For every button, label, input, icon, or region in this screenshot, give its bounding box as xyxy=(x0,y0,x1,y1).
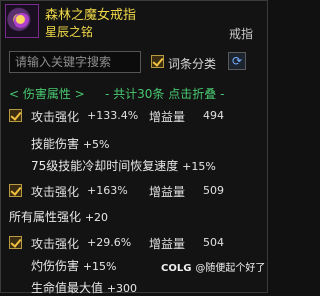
entry-gain-label: 增益量 xyxy=(149,110,186,124)
refresh-button[interactable]: ⟳ xyxy=(228,52,246,70)
entry-sub-line: 灼伤伤害 +15% xyxy=(31,259,117,273)
group-collapse-link[interactable]: - 共计30条 点击折叠 - xyxy=(105,85,224,102)
gem-icon xyxy=(14,13,30,29)
author-label: @随便起个好了 xyxy=(195,263,266,274)
entry-checkbox[interactable] xyxy=(9,236,22,249)
group-title[interactable]: < 伤害属性 > xyxy=(9,87,85,101)
list-item[interactable]: 攻击强化 +163% 增益量 509 xyxy=(1,182,267,200)
entry-sub-line: 技能伤害 +5% xyxy=(31,137,110,151)
refresh-icon: ⟳ xyxy=(231,54,243,68)
category-checkbox[interactable] xyxy=(151,55,164,68)
item-type: 戒指 xyxy=(228,27,253,41)
brand-label: COLG xyxy=(161,263,192,274)
list-item[interactable]: 攻击强化 +29.6% 增益量 504 xyxy=(1,234,267,252)
entry-sub-line: 所有属性强化 +20 xyxy=(9,210,109,224)
entry-value: +163% xyxy=(87,184,128,197)
item-header: 森林之魔女戒指 星辰之铭 戒指 xyxy=(1,1,267,45)
ring-icon xyxy=(5,4,39,38)
item-name: 森林之魔女戒指 xyxy=(45,8,137,23)
footer-tag: COLG @随便起个好了 xyxy=(161,259,265,274)
entry-gain-value: 504 xyxy=(203,236,224,249)
entry-gain-value: 494 xyxy=(203,109,224,122)
item-subtitle: 星辰之铭 xyxy=(45,25,94,39)
list-item[interactable]: 攻击强化 +133.4% 增益量 494 xyxy=(1,107,267,125)
entry-sub-line: 生命值最大值 +300 xyxy=(31,281,138,295)
entry-attr: 攻击强化 xyxy=(31,110,80,124)
search-input[interactable] xyxy=(9,51,141,73)
damage-group-header[interactable]: < 伤害属性 > - 共计30条 点击折叠 - xyxy=(9,85,259,101)
entry-checkbox[interactable] xyxy=(9,109,22,122)
search-row: 词条分类 ⟳ xyxy=(1,51,267,75)
entry-gain-label: 增益量 xyxy=(149,185,186,199)
category-label[interactable]: 词条分类 xyxy=(168,55,216,72)
entry-value: +29.6% xyxy=(87,236,132,249)
entry-gain-value: 509 xyxy=(203,184,224,197)
entry-attr: 攻击强化 xyxy=(31,185,80,199)
entry-value: +133.4% xyxy=(87,109,139,122)
entry-attr: 攻击强化 xyxy=(31,237,80,251)
item-tooltip-panel: 森林之魔女戒指 星辰之铭 戒指 词条分类 ⟳ < 伤害属性 > - 共计30条 … xyxy=(0,0,268,295)
entry-sub-line: 75级技能冷却时间恢复速度 +15% xyxy=(31,159,216,173)
entry-checkbox[interactable] xyxy=(9,184,22,197)
entry-gain-label: 增益量 xyxy=(149,237,186,251)
